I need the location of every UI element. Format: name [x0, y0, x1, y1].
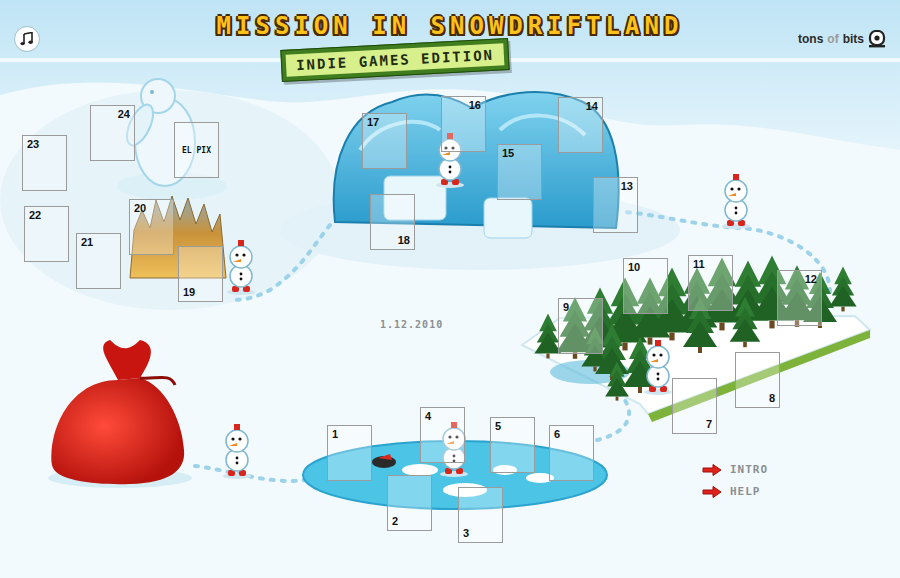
calendar-door[interactable]: 18	[370, 194, 415, 250]
game-title: MISSION IN SNOWDRIFTLAND	[217, 12, 684, 40]
brand-word: of	[827, 32, 838, 46]
calendar-door[interactable]: 17	[362, 113, 407, 169]
edition-badge: INDIE GAMES EDITION	[280, 38, 510, 82]
door-number: 3	[463, 527, 469, 540]
brand-word: bits	[843, 32, 864, 46]
door-number: 10	[628, 261, 640, 274]
music-note-icon	[20, 32, 34, 46]
calendar-door[interactable]: 20	[129, 199, 174, 255]
door-number: 6	[554, 428, 560, 441]
calendar-door[interactable]: 12	[777, 270, 822, 326]
door-number: 4	[425, 410, 431, 423]
calendar-door[interactable]: 24	[90, 105, 135, 161]
calendar-door[interactable]: 8	[735, 352, 780, 408]
calendar-door[interactable]: 6	[549, 425, 594, 481]
door-number: 5	[495, 420, 501, 433]
calendar-door[interactable]: 9	[558, 298, 603, 354]
menu-link[interactable]: INTRO	[702, 463, 768, 476]
calendar-door[interactable]: 15	[497, 144, 542, 200]
gift-sack-icon	[48, 340, 192, 488]
music-button[interactable]	[14, 26, 40, 52]
menu-link[interactable]: HELP	[702, 485, 768, 498]
brand-icon	[868, 30, 886, 48]
door-number: 16	[469, 99, 481, 112]
door-number: 18	[398, 234, 410, 247]
calendar-door[interactable]: 3	[458, 487, 503, 543]
landmark-tag[interactable]: EL PIX	[174, 122, 219, 178]
calendar-door[interactable]: 2	[387, 475, 432, 531]
door-number: 13	[621, 180, 633, 193]
calendar-door[interactable]: 22	[24, 206, 69, 262]
calendar-door[interactable]: 11	[688, 255, 733, 311]
snowman-icon	[223, 424, 251, 479]
brand-word: tons	[798, 32, 823, 46]
door-number: 19	[183, 286, 195, 299]
door-number: 8	[769, 392, 775, 405]
door-number: 20	[134, 202, 146, 215]
snowman-icon	[644, 340, 672, 395]
door-number: 14	[586, 100, 598, 113]
snow-hill-icon	[0, 90, 340, 310]
calendar-door[interactable]: 10	[623, 258, 668, 314]
game-map: MISSION IN SNOWDRIFTLANDINDIE GAMES EDIT…	[0, 0, 900, 578]
date-label: 1.12.2010	[380, 319, 443, 330]
door-number: 7	[706, 418, 712, 431]
snow-scene	[0, 0, 900, 578]
calendar-door[interactable]: 19	[178, 246, 223, 302]
snow-ground	[0, 0, 900, 578]
door-number: 15	[502, 147, 514, 160]
calendar-door[interactable]: 4	[420, 407, 465, 463]
door-number: 9	[563, 301, 569, 314]
door-number: 22	[29, 209, 41, 222]
door-number: 2	[392, 515, 398, 528]
snowman-icon	[722, 174, 750, 229]
door-number: 1	[332, 428, 338, 441]
door-number: 21	[81, 236, 93, 249]
calendar-door[interactable]: 23	[22, 135, 67, 191]
calendar-door[interactable]: 13	[593, 177, 638, 233]
brand-logo[interactable]: tonsofbits	[798, 30, 886, 48]
door-number: 12	[805, 273, 817, 286]
header: MISSION IN SNOWDRIFTLANDINDIE GAMES EDIT…	[0, 0, 900, 76]
red-arrow-icon	[702, 486, 722, 498]
door-number: 23	[27, 138, 39, 151]
calendar-door[interactable]: 14	[558, 97, 603, 153]
snowman-icon	[227, 240, 255, 295]
red-arrow-icon	[702, 464, 722, 476]
door-number: 17	[367, 116, 379, 129]
calendar-door[interactable]: 16	[441, 96, 486, 152]
calendar-door[interactable]: 5	[490, 417, 535, 473]
calendar-door[interactable]: 7	[672, 378, 717, 434]
calendar-door[interactable]: 1	[327, 425, 372, 481]
door-number: 11	[693, 258, 705, 271]
calendar-door[interactable]: 21	[76, 233, 121, 289]
menu-links: INTRO HELP	[702, 463, 768, 498]
door-number: 24	[118, 108, 130, 121]
